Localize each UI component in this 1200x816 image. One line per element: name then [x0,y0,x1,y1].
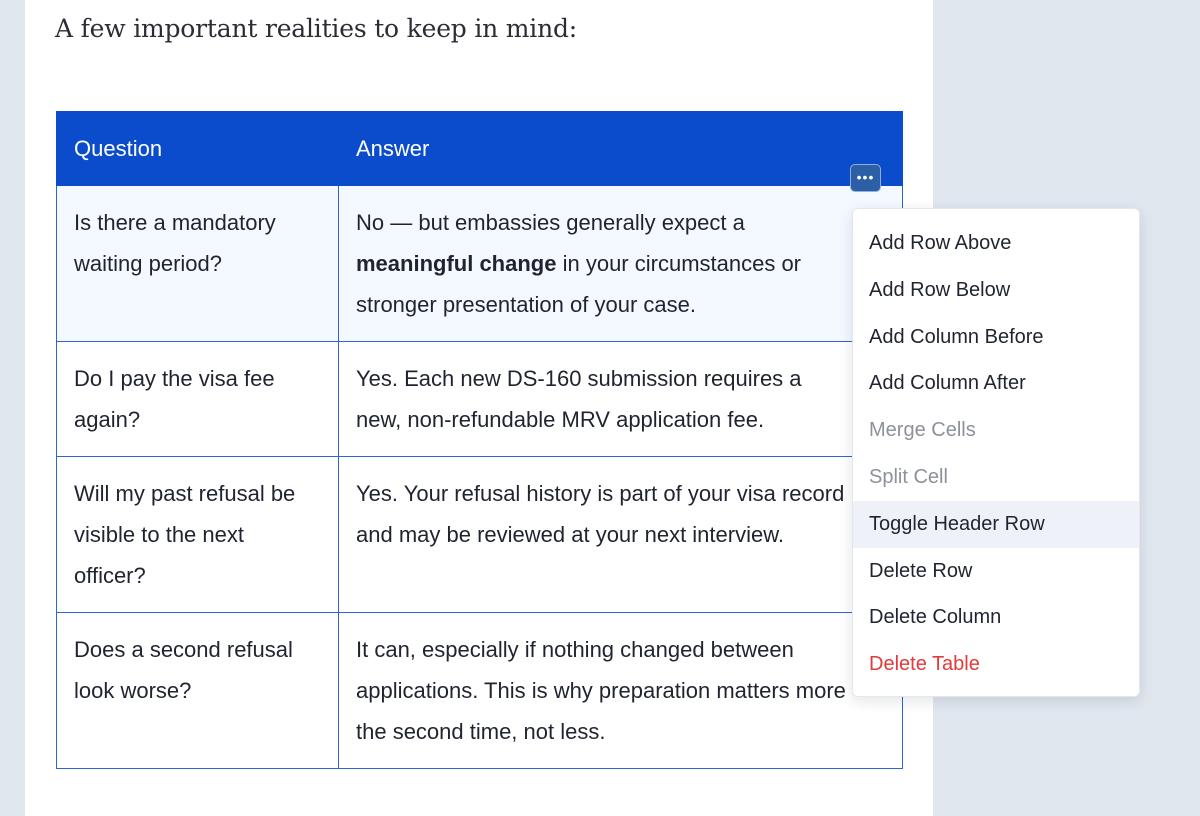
answer-text: Yes. Your refusal history is part of you… [356,481,845,547]
table-header-row: Question Answer [56,111,903,186]
more-horizontal-icon: ••• [856,169,875,185]
menu-item-add-row-above[interactable]: Add Row Above [853,220,1139,267]
faq-table[interactable]: Question Answer Is there a mandatory wai… [56,111,903,769]
menu-item-merge-cells[interactable]: Merge Cells [853,407,1139,454]
menu-item-split-cell[interactable]: Split Cell [853,454,1139,501]
table-row: Is there a mandatory waiting period? No … [56,185,903,342]
question-cell[interactable]: Will my past refusal be visible to the n… [56,456,339,613]
header-cell-answer[interactable]: Answer [338,111,903,186]
answer-cell[interactable]: It can, especially if nothing changed be… [338,612,903,769]
menu-item-add-column-before[interactable]: Add Column Before [853,314,1139,361]
table-context-menu: Add Row Above Add Row Below Add Column B… [852,208,1140,697]
menu-item-add-column-after[interactable]: Add Column After [853,360,1139,407]
answer-cell[interactable]: Yes. Each new DS-160 submission requires… [338,341,903,457]
intro-heading: A few important realities to keep in min… [55,14,578,43]
menu-item-delete-column[interactable]: Delete Column [853,594,1139,641]
menu-item-add-row-below[interactable]: Add Row Below [853,267,1139,314]
menu-item-delete-row[interactable]: Delete Row [853,548,1139,595]
question-cell[interactable]: Does a second refusal look worse? [56,612,339,769]
header-cell-question[interactable]: Question [56,111,339,186]
question-cell[interactable]: Do I pay the visa fee again? [56,341,339,457]
table-menu-button[interactable]: ••• [850,164,881,192]
answer-text: It can, especially if nothing changed be… [356,637,846,744]
answer-cell[interactable]: Yes. Your refusal history is part of you… [338,456,903,613]
menu-item-delete-table[interactable]: Delete Table [853,641,1139,688]
table-row: Will my past refusal be visible to the n… [56,456,903,613]
question-cell[interactable]: Is there a mandatory waiting period? [56,185,339,342]
answer-text: No — but embassies generally expect a [356,210,745,235]
table-row: Do I pay the visa fee again? Yes. Each n… [56,341,903,457]
answer-cell[interactable]: No — but embassies generally expect a me… [338,185,903,342]
answer-bold-text: meaningful change [356,251,557,276]
answer-text: Yes. Each new DS-160 submission requires… [356,366,802,432]
menu-item-toggle-header-row[interactable]: Toggle Header Row [853,500,1139,548]
table-row: Does a second refusal look worse? It can… [56,612,903,769]
